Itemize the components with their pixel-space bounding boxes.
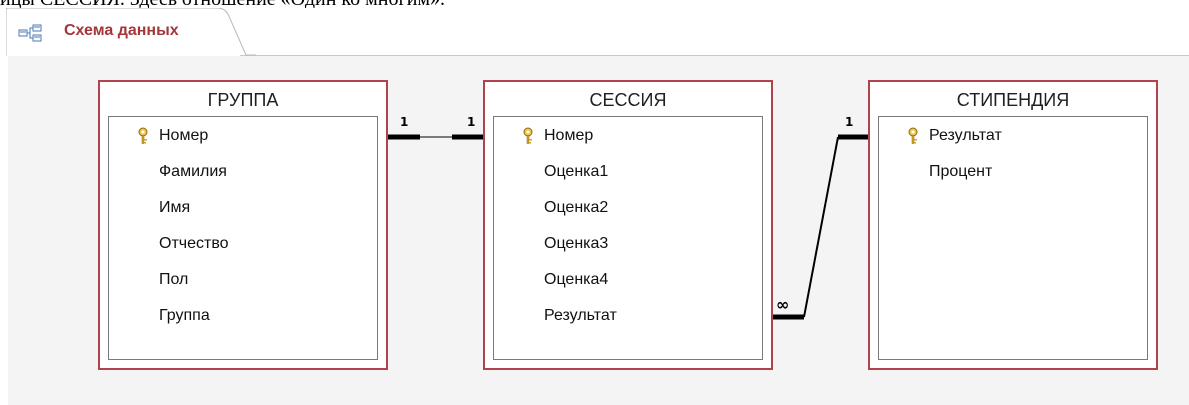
relationship-label-one: 1: [467, 115, 476, 129]
relationship-label-one: 1: [400, 115, 409, 129]
relationship-label-many: ∞: [776, 295, 790, 314]
relationship-lines: [388, 134, 868, 320]
relationship-label-one: 1: [845, 115, 854, 129]
relationships-window: ицы СЕССИЯ. Здесь отношение «Один ко мно…: [0, 0, 1189, 405]
relationship-sessiya-stipendiya[interactable]: [773, 134, 868, 320]
